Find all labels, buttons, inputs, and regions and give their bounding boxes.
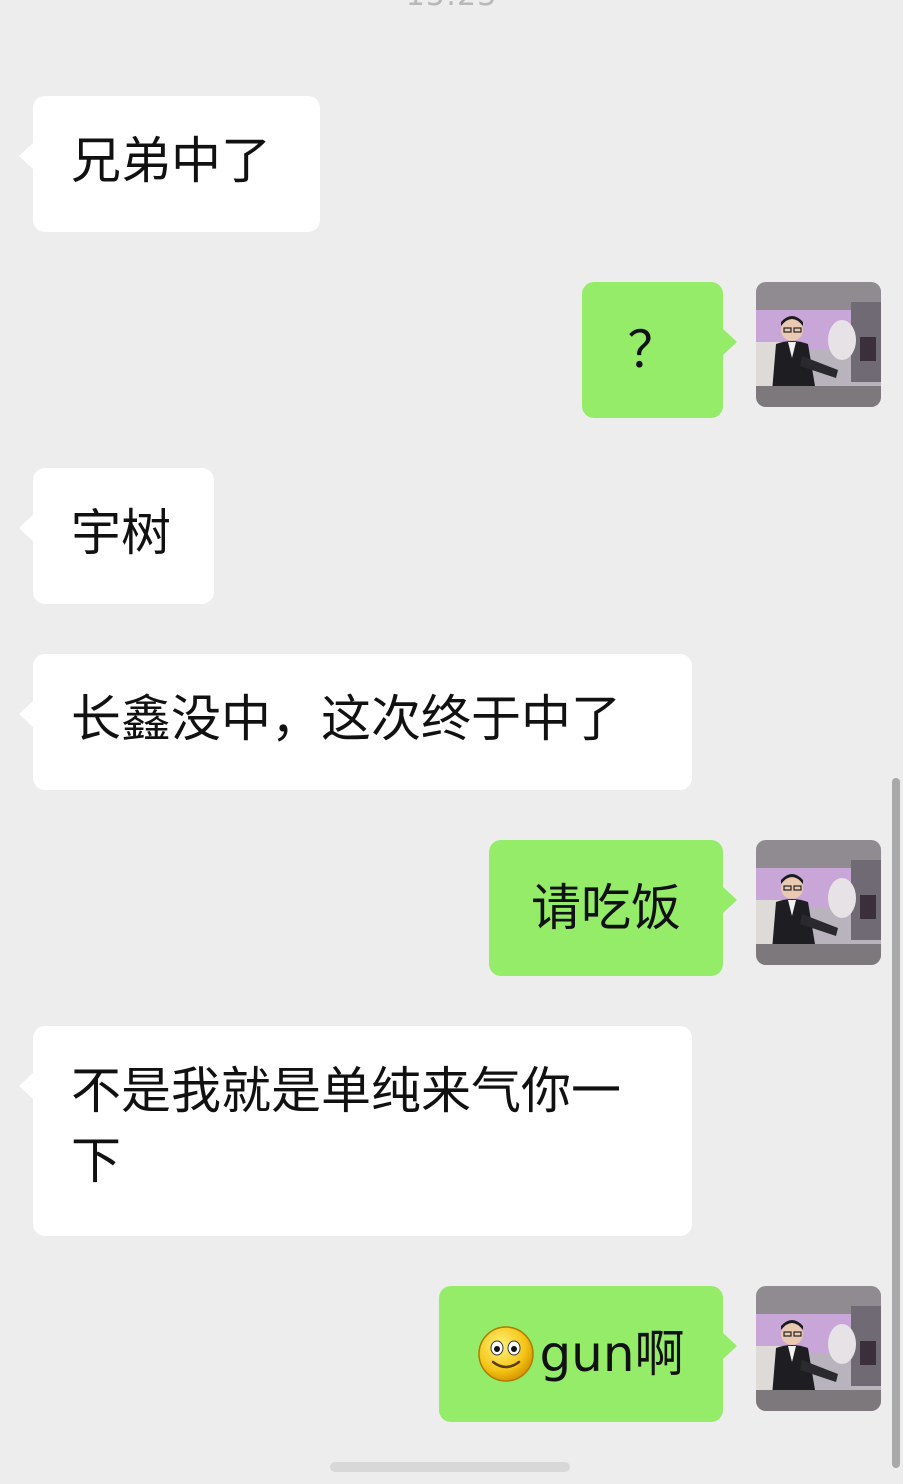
message-text: gun啊 [539, 1325, 685, 1383]
message-text: ？ [627, 321, 678, 379]
outgoing-message-bubble[interactable]: 请吃饭 [489, 840, 737, 976]
user-avatar[interactable] [756, 840, 881, 965]
outgoing-message-bubble[interactable]: ？ [582, 282, 737, 418]
message-text: 不是我就是单纯来气你一下 [71, 1062, 621, 1190]
user-avatar[interactable] [756, 282, 881, 407]
incoming-message-bubble[interactable]: 兄弟中了 [19, 96, 320, 232]
home-indicator-bar[interactable] [330, 1462, 570, 1472]
message-text: 请吃饭 [531, 879, 681, 937]
chat-scrollbar[interactable] [892, 778, 900, 1468]
incoming-message-bubble[interactable]: 宇树 [19, 468, 214, 604]
incoming-message-bubble[interactable]: 不是我就是单纯来气你一下 [19, 1026, 692, 1236]
message-text: 兄弟中了 [71, 132, 271, 190]
smiley-face-emoji-icon [477, 1325, 535, 1383]
user-avatar[interactable] [756, 1286, 881, 1411]
message-text: 宇树 [71, 504, 171, 562]
avatar-photo-icon [756, 1286, 881, 1411]
outgoing-message-bubble[interactable]: gun啊 [439, 1286, 737, 1422]
avatar-photo-icon [756, 282, 881, 407]
message-text: 长鑫没中，这次终于中了 [71, 690, 621, 748]
incoming-message-bubble[interactable]: 长鑫没中，这次终于中了 [19, 654, 692, 790]
message-timestamp: 15:23 [0, 0, 903, 13]
avatar-photo-icon [756, 840, 881, 965]
